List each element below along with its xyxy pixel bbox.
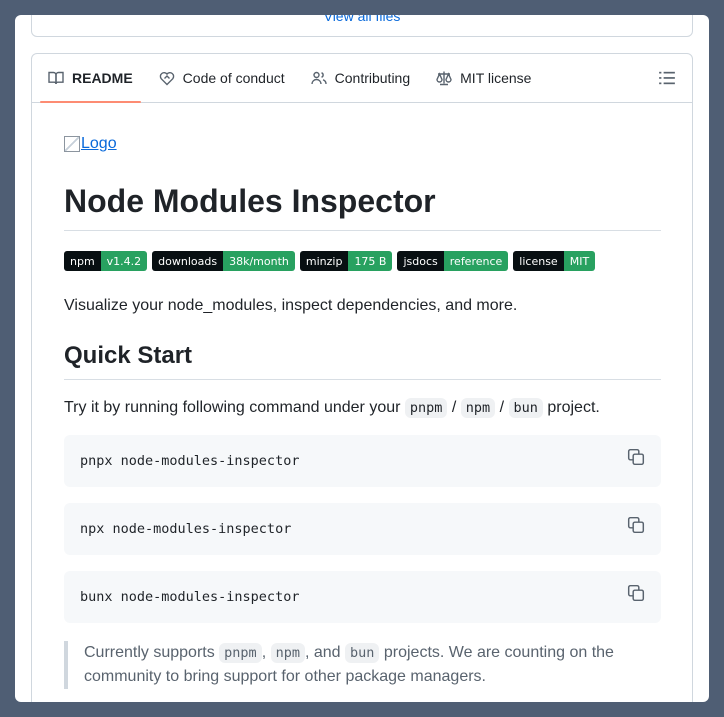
copy-icon[interactable]	[627, 448, 645, 466]
badge-key: jsdocs	[397, 251, 444, 271]
logo-link[interactable]: Logo	[64, 135, 117, 153]
and-text: , and	[304, 644, 341, 661]
browser-window: View all files README Code of conduct Co…	[15, 15, 709, 702]
command-text: bunx node-modules-inspector	[80, 589, 300, 605]
tab-readme[interactable]: README	[40, 54, 141, 103]
bun-code: bun	[345, 643, 380, 663]
files-box: View all files	[31, 15, 693, 37]
quote-prefix: Currently supports	[84, 644, 215, 661]
badge-key: minzip	[299, 251, 349, 271]
npm-code: npm	[270, 643, 305, 663]
command-text: pnpx node-modules-inspector	[80, 453, 300, 469]
badge-value: MIT	[563, 251, 596, 271]
downloads-badge[interactable]: downloads 38k/month	[152, 251, 295, 271]
quick-start-heading: Quick Start	[64, 341, 661, 380]
readme-tabs: README Code of conduct Contributing MIT …	[32, 54, 692, 103]
pnpm-code: pnpm	[404, 398, 448, 418]
badge-value: reference	[443, 251, 509, 271]
code-block-pnpx: pnpx node-modules-inspector	[64, 435, 661, 487]
view-all-files-link[interactable]: View all files	[32, 15, 692, 24]
logo-alt-text: Logo	[81, 135, 117, 152]
tab-code-of-conduct[interactable]: Code of conduct	[151, 54, 293, 102]
code-block-bunx: bunx node-modules-inspector	[64, 571, 661, 623]
badge-value: 38k/month	[223, 251, 295, 271]
badge-row: npm v1.4.2 downloads 38k/month minzip 17…	[64, 251, 596, 271]
license-badge[interactable]: license MIT	[513, 251, 596, 271]
law-scale-icon	[436, 71, 452, 86]
people-icon	[310, 71, 327, 85]
command-text: npx node-modules-inspector	[80, 521, 292, 537]
tab-label: README	[72, 70, 133, 86]
badge-key: npm	[64, 251, 101, 271]
comma: ,	[261, 644, 267, 661]
badge-key: downloads	[152, 251, 224, 271]
tab-contributing[interactable]: Contributing	[303, 54, 419, 102]
slash: /	[499, 399, 505, 416]
tab-label: MIT license	[460, 70, 532, 86]
heart-handshake-icon	[159, 72, 174, 86]
code-block-npx: npx node-modules-inspector	[64, 503, 661, 555]
npm-code: npm	[460, 398, 496, 418]
intro-paragraph: Visualize your node_modules, inspect dep…	[64, 297, 518, 314]
readme-panel: README Code of conduct Contributing MIT …	[31, 53, 693, 702]
tab-mit-license[interactable]: MIT license	[428, 54, 539, 102]
copy-icon[interactable]	[627, 584, 645, 602]
try-prefix: Try it by running following command unde…	[64, 399, 401, 416]
bun-code: bun	[508, 398, 543, 418]
minzip-badge[interactable]: minzip 175 B	[299, 251, 393, 271]
list-outline-icon[interactable]	[658, 69, 676, 87]
copy-icon[interactable]	[627, 516, 645, 534]
tab-label: Contributing	[334, 70, 411, 86]
try-suffix: project.	[547, 399, 600, 416]
badge-value: 175 B	[348, 251, 393, 271]
badge-value: v1.4.2	[100, 251, 148, 271]
broken-image-icon	[64, 136, 80, 152]
badge-key: license	[513, 251, 564, 271]
slash: /	[451, 399, 457, 416]
npm-version-badge[interactable]: npm v1.4.2	[64, 251, 148, 271]
jsdocs-badge[interactable]: jsdocs reference	[397, 251, 509, 271]
tab-label: Code of conduct	[182, 70, 285, 86]
pnpm-code: pnpm	[219, 643, 262, 663]
support-note-blockquote: Currently supports pnpm, npm, and bun pr…	[64, 641, 661, 689]
page-title: Node Modules Inspector	[64, 181, 661, 231]
try-paragraph: Try it by running following command unde…	[64, 396, 600, 420]
book-icon	[48, 71, 64, 85]
